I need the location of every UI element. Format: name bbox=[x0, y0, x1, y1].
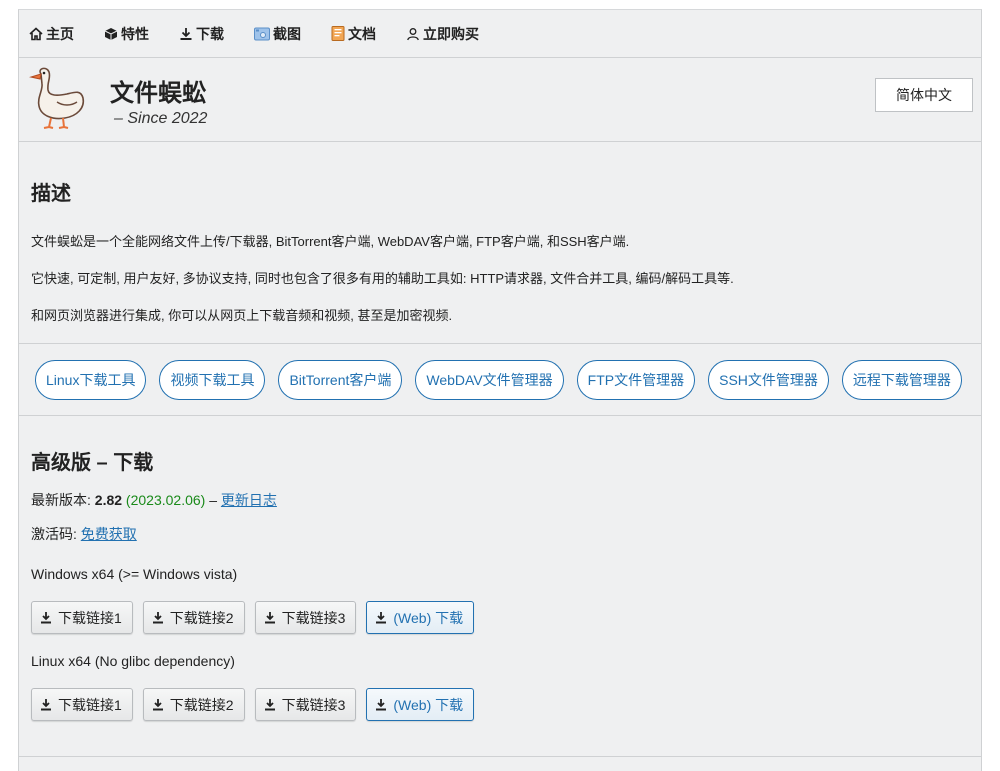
linux-download-buttons: 下载链接1 下载链接2 下载链接3 (Web) 下载 bbox=[31, 688, 969, 721]
goose-icon bbox=[29, 67, 85, 129]
button-label: 下载链接3 bbox=[281, 609, 346, 626]
changelog-link[interactable]: 更新日志 bbox=[221, 492, 277, 508]
screenshot-icon bbox=[254, 27, 270, 40]
nav-item-docs[interactable]: 文档 bbox=[331, 24, 376, 44]
goose-logo[interactable] bbox=[27, 64, 89, 135]
user-icon bbox=[407, 27, 419, 40]
nav-item-home[interactable]: 主页 bbox=[29, 24, 74, 44]
download-icon bbox=[264, 612, 275, 624]
description-paragraph-3: 和网页浏览器进行集成, 你可以从网页上下载音频和视频, 甚至是加密视频. bbox=[31, 308, 453, 323]
windows-download-buttons: 下载链接1 下载链接2 下载链接3 (Web) 下载 bbox=[31, 601, 969, 634]
nav-item-screenshots[interactable]: 截图 bbox=[254, 24, 301, 44]
home-icon bbox=[29, 26, 43, 40]
description-paragraph-1: 文件蜈蚣是一个全能网络文件上传/下载器, BitTorrent客户端, WebD… bbox=[31, 234, 630, 249]
windows-download-link-1[interactable]: 下载链接1 bbox=[31, 601, 133, 634]
button-label: 下载链接2 bbox=[169, 609, 234, 626]
download-icon bbox=[376, 612, 387, 624]
tag-ssh-manager[interactable]: SSH文件管理器 bbox=[708, 359, 829, 400]
activation-link[interactable]: 免费获取 bbox=[81, 526, 137, 542]
windows-download-link-3[interactable]: 下载链接3 bbox=[254, 601, 357, 634]
activation-label: 激活码: bbox=[31, 526, 77, 542]
activation-line: 激活码: 免费获取 bbox=[31, 524, 969, 544]
nav-label: 特性 bbox=[121, 25, 149, 42]
cube-icon bbox=[104, 27, 118, 40]
button-label: (Web) 下载 bbox=[393, 609, 464, 626]
site-header: 文件蜈蚣 – Since 2022 简体中文 bbox=[19, 58, 981, 142]
release-date: (2023.02.06) bbox=[125, 492, 206, 508]
download-heading: 高级版 – 下载 bbox=[31, 452, 154, 474]
site-subtitle: – Since 2022 bbox=[114, 110, 208, 127]
tag-bittorrent-client[interactable]: BitTorrent客户端 bbox=[278, 359, 403, 400]
windows-web-download[interactable]: (Web) 下载 bbox=[366, 601, 475, 634]
nav-item-buy[interactable]: 立即购买 bbox=[406, 24, 479, 44]
version-number: 2.82 bbox=[94, 492, 123, 508]
description-section: 描述 文件蜈蚣是一个全能网络文件上传/下载器, BitTorrent客户端, W… bbox=[19, 142, 981, 344]
download-icon bbox=[41, 612, 51, 624]
tag-ftp-manager[interactable]: FTP文件管理器 bbox=[576, 359, 696, 400]
nav-label: 主页 bbox=[46, 25, 74, 42]
document-icon bbox=[331, 26, 345, 41]
windows-download-link-2[interactable]: 下载链接2 bbox=[142, 601, 245, 634]
linux-download-link-3[interactable]: 下载链接3 bbox=[254, 688, 357, 721]
top-nav: 主页 特性 下载 截图 文档 立即购买 bbox=[19, 10, 981, 58]
button-label: 下载链接3 bbox=[281, 696, 346, 713]
feature-tags: Linux下载工具 视频下载工具 BitTorrent客户端 WebDAV文件管… bbox=[19, 344, 981, 416]
platform-linux-label: Linux x64 (No glibc dependency) bbox=[31, 653, 235, 669]
button-label: (Web) 下载 bbox=[393, 696, 464, 713]
language-button[interactable]: 简体中文 bbox=[875, 78, 973, 112]
description-paragraph-2: 它快速, 可定制, 用户友好, 多协议支持, 同时也包含了很多有用的辅助工具如:… bbox=[31, 271, 734, 286]
download-icon bbox=[376, 699, 387, 711]
description-heading: 描述 bbox=[31, 183, 71, 205]
download-section: 高级版 – 下载 最新版本: 2.82 (2023.02.06) – 更新日志 … bbox=[19, 416, 981, 721]
nav-label: 下载 bbox=[196, 25, 224, 42]
version-line: 最新版本: 2.82 (2023.02.06) – 更新日志 bbox=[31, 490, 969, 510]
site-title: 文件蜈蚣 bbox=[110, 80, 206, 107]
version-label: 最新版本: bbox=[31, 492, 91, 508]
button-label: 下载链接1 bbox=[58, 696, 122, 713]
linux-download-link-2[interactable]: 下载链接2 bbox=[142, 688, 245, 721]
page-frame: 主页 特性 下载 截图 文档 立即购买 文件蜈蚣 – Since 2022 简体… bbox=[18, 9, 982, 771]
button-label: 下载链接2 bbox=[169, 696, 234, 713]
platform-windows-label: Windows x64 (>= Windows vista) bbox=[31, 566, 238, 582]
tag-remote-download-manager[interactable]: 远程下载管理器 bbox=[841, 359, 962, 400]
linux-web-download[interactable]: (Web) 下载 bbox=[366, 688, 475, 721]
nav-item-features[interactable]: 特性 bbox=[104, 24, 149, 44]
download-icon bbox=[264, 699, 275, 711]
tag-webdav-manager[interactable]: WebDAV文件管理器 bbox=[415, 359, 564, 400]
download-icon bbox=[152, 699, 163, 711]
nav-label: 立即购买 bbox=[423, 25, 479, 42]
download-icon bbox=[41, 699, 51, 711]
download-icon bbox=[152, 612, 163, 624]
tag-video-downloader[interactable]: 视频下载工具 bbox=[159, 359, 266, 400]
button-label: 下载链接1 bbox=[58, 609, 122, 626]
tag-linux-downloader[interactable]: Linux下载工具 bbox=[35, 359, 147, 400]
linux-download-link-1[interactable]: 下载链接1 bbox=[31, 688, 133, 721]
nav-label: 截图 bbox=[273, 25, 301, 42]
version-separator: – bbox=[209, 492, 218, 508]
nav-label: 文档 bbox=[348, 25, 376, 42]
section-divider bbox=[19, 756, 981, 757]
download-icon bbox=[180, 27, 192, 40]
nav-item-download[interactable]: 下载 bbox=[179, 24, 224, 44]
